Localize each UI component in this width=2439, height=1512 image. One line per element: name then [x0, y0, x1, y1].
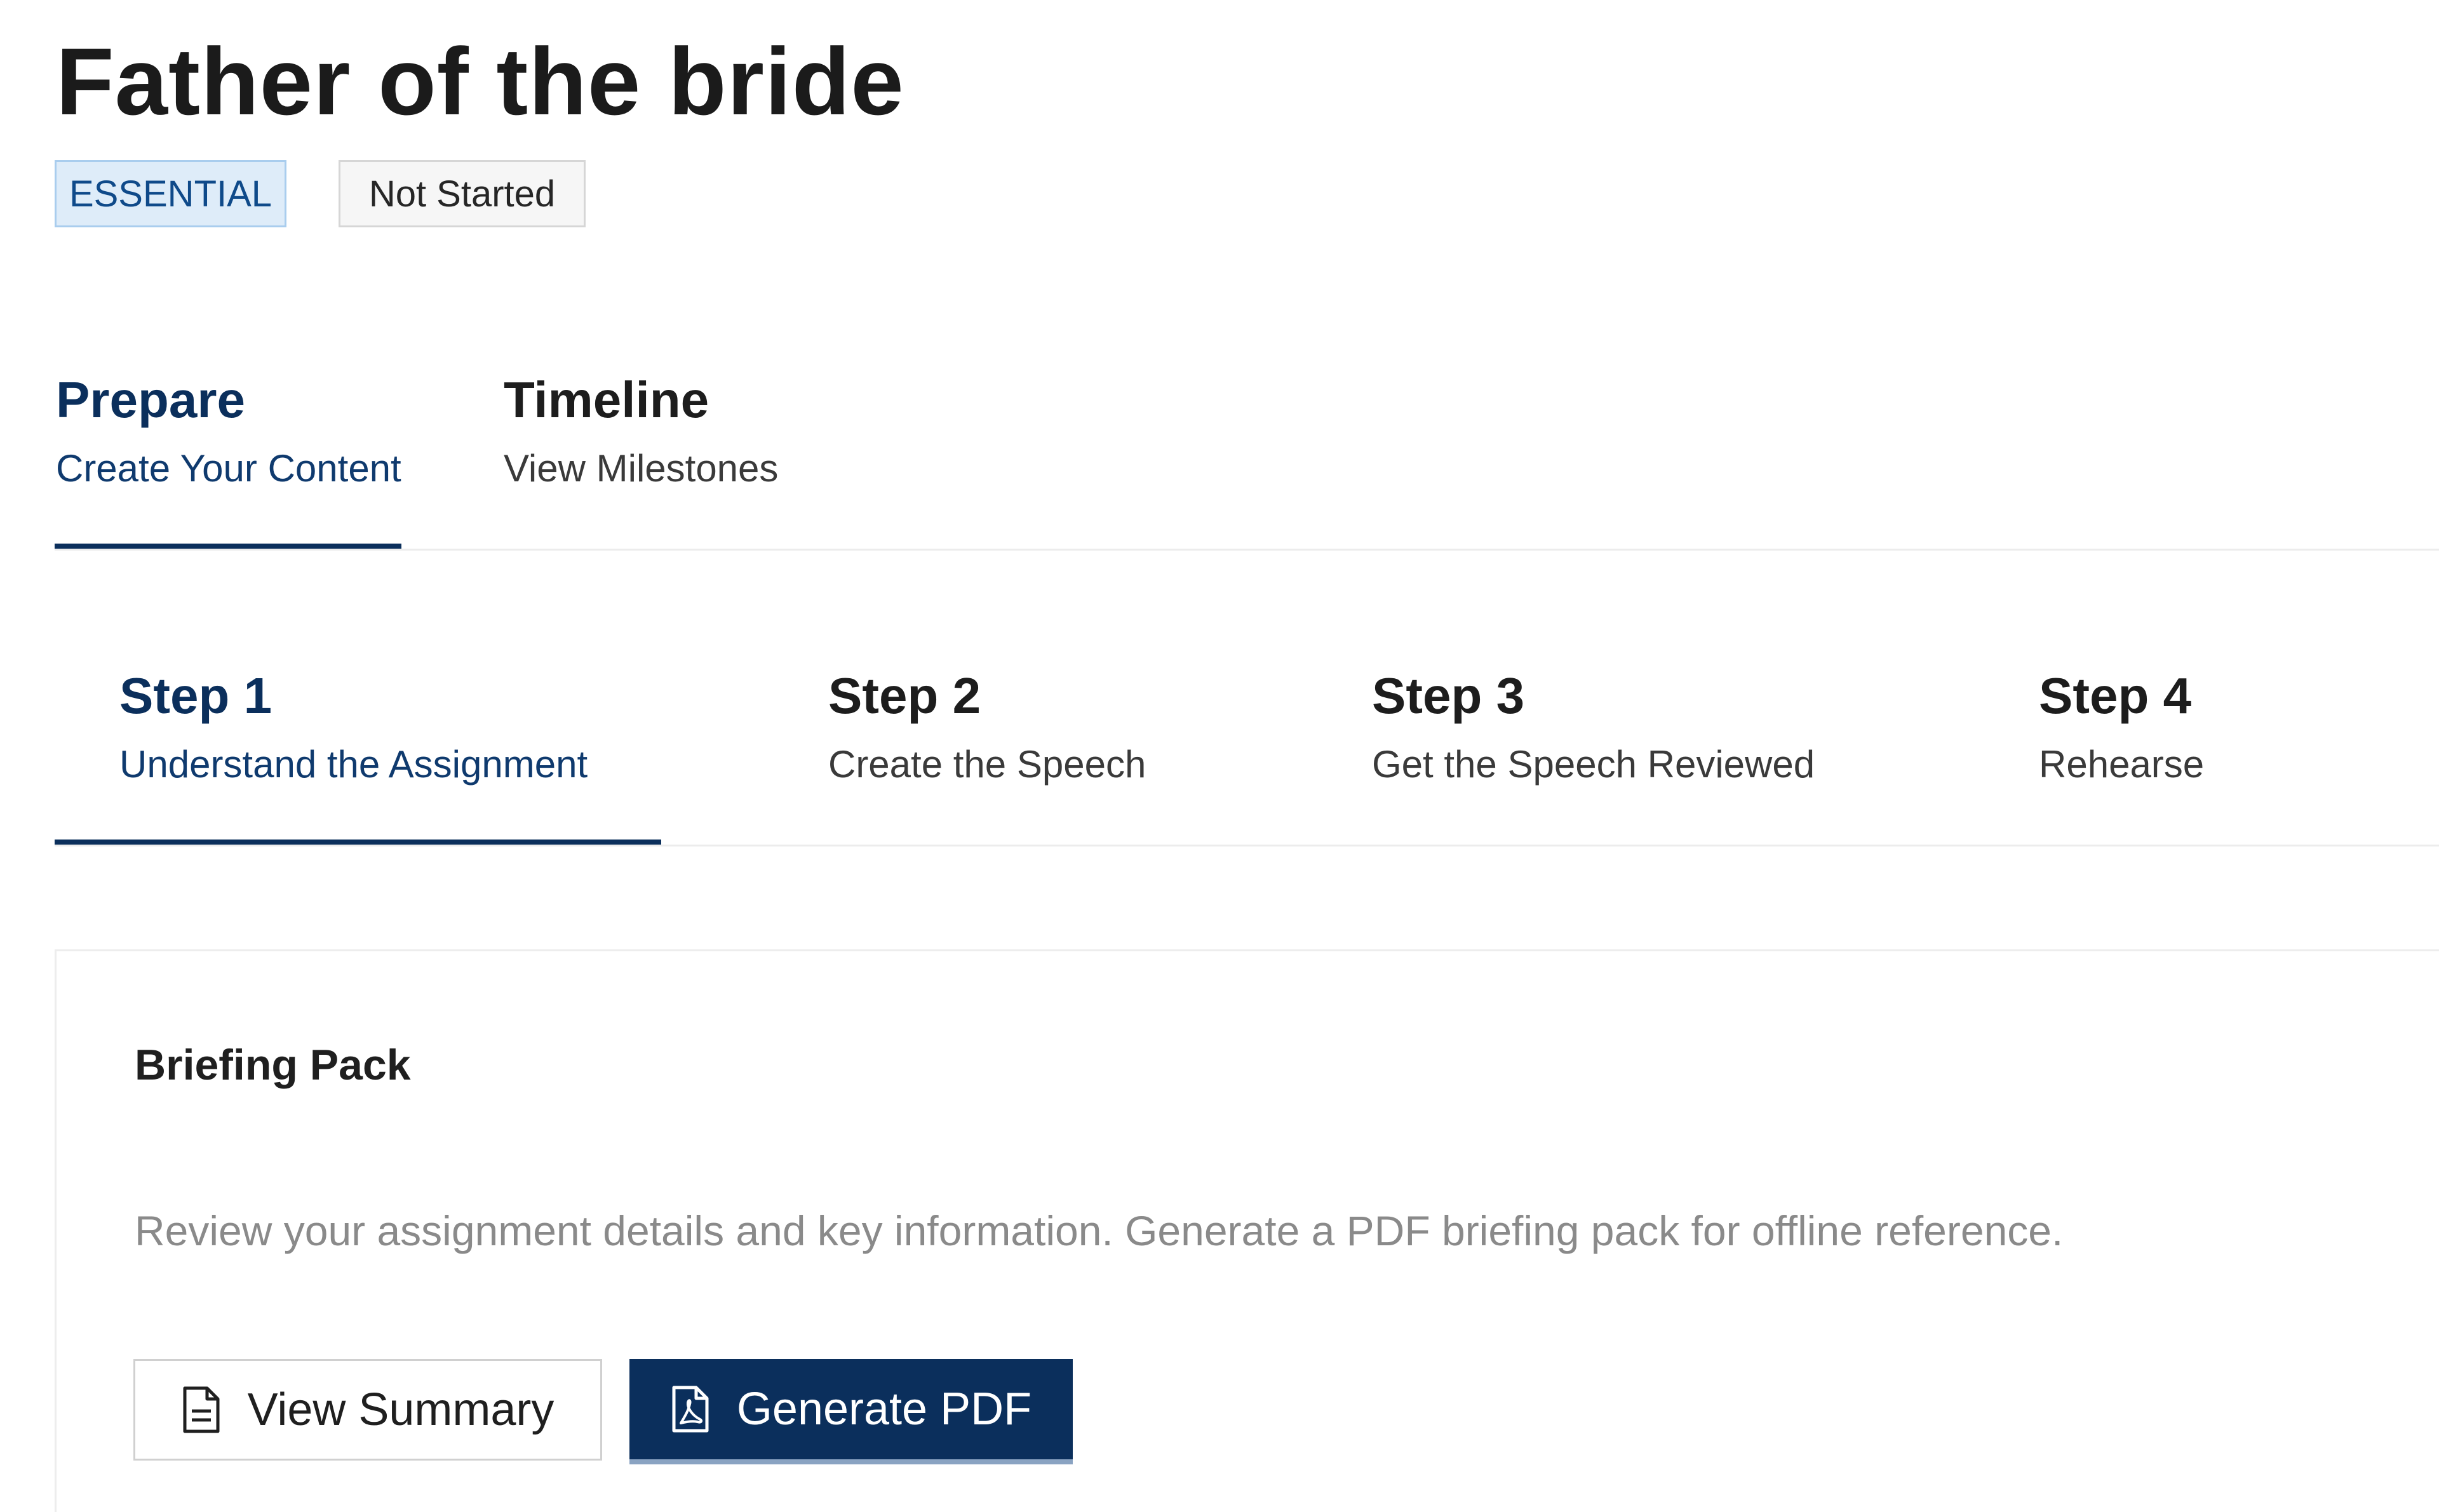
- tab-step-2-title: Step 2: [828, 667, 981, 724]
- tab-step-3-title: Step 3: [1372, 667, 1525, 724]
- view-summary-button[interactable]: View Summary: [133, 1359, 602, 1461]
- tab-timeline-subtitle: View Milestones: [504, 447, 779, 490]
- tab-step-1-subtitle: Understand the Assignment: [119, 743, 588, 786]
- tab-prepare-subtitle: Create Your Content: [56, 447, 401, 490]
- tab-step-1-title: Step 1: [119, 667, 272, 724]
- tab-step-4[interactable]: Step 4 Rehearse: [2039, 666, 2204, 789]
- tab-prepare[interactable]: Prepare Create Your Content: [56, 370, 401, 493]
- tab-step-1[interactable]: Step 1 Understand the Assignment: [119, 666, 588, 789]
- tab-step-4-subtitle: Rehearse: [2039, 743, 2205, 786]
- pdf-file-icon: [671, 1385, 710, 1433]
- essential-badge: ESSENTIAL: [55, 160, 286, 227]
- generate-pdf-button[interactable]: Generate PDF: [629, 1359, 1073, 1464]
- view-summary-label: View Summary: [247, 1384, 554, 1435]
- tab-step-3-subtitle: Get the Speech Reviewed: [1372, 743, 1815, 786]
- status-badge: Not Started: [339, 160, 586, 227]
- tab-step-2[interactable]: Step 2 Create the Speech: [828, 666, 1146, 789]
- generate-pdf-label: Generate PDF: [736, 1384, 1032, 1435]
- main-tabs-divider: [55, 549, 2439, 551]
- page-title: Father of the bride: [56, 28, 904, 135]
- tab-timeline-title: Timeline: [504, 371, 709, 428]
- briefing-title: Briefing Pack: [135, 1041, 411, 1089]
- briefing-description: Review your assignment details and key i…: [135, 1207, 2064, 1254]
- tab-prepare-title: Prepare: [56, 371, 245, 428]
- page: Father of the bride ESSENTIAL Not Starte…: [0, 0, 2439, 1512]
- tab-timeline[interactable]: Timeline View Milestones: [504, 370, 778, 493]
- tab-step-4-title: Step 4: [2039, 667, 2192, 724]
- tab-step-3[interactable]: Step 3 Get the Speech Reviewed: [1372, 666, 1815, 789]
- tab-step-2-subtitle: Create the Speech: [828, 743, 1146, 786]
- document-icon: [182, 1386, 221, 1434]
- step-tabs-divider: [55, 845, 2439, 846]
